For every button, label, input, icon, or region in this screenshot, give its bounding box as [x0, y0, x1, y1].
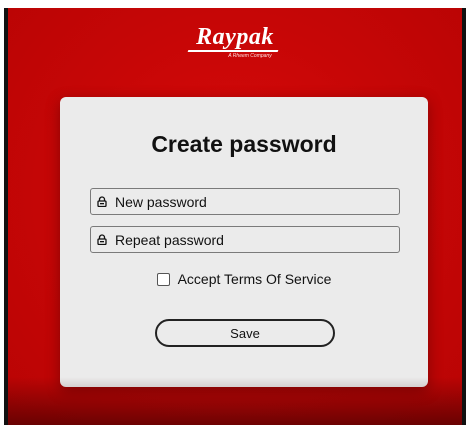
- lock-icon: [97, 234, 111, 245]
- logo-wordmark: Raypak: [196, 24, 274, 50]
- new-password-input[interactable]: [111, 189, 399, 214]
- terms-label[interactable]: Accept Terms Of Service: [178, 271, 332, 287]
- repeat-password-field[interactable]: [90, 226, 400, 253]
- save-button[interactable]: Save: [155, 319, 335, 347]
- terms-checkbox[interactable]: [156, 272, 170, 286]
- terms-row: Accept Terms Of Service: [60, 271, 428, 287]
- repeat-password-input[interactable]: [111, 227, 399, 252]
- create-password-card: Create password Accept Terms Of Service …: [60, 97, 428, 387]
- new-password-field[interactable]: [90, 188, 400, 215]
- logo-tagline: A Rheem Company: [228, 53, 272, 59]
- page-title: Create password: [151, 131, 337, 157]
- lock-icon: [97, 196, 111, 207]
- window-frame-right: [462, 8, 466, 425]
- app-background: Raypak A Rheem Company Create password A…: [8, 8, 462, 425]
- raypak-logo: Raypak A Rheem Company: [8, 24, 462, 60]
